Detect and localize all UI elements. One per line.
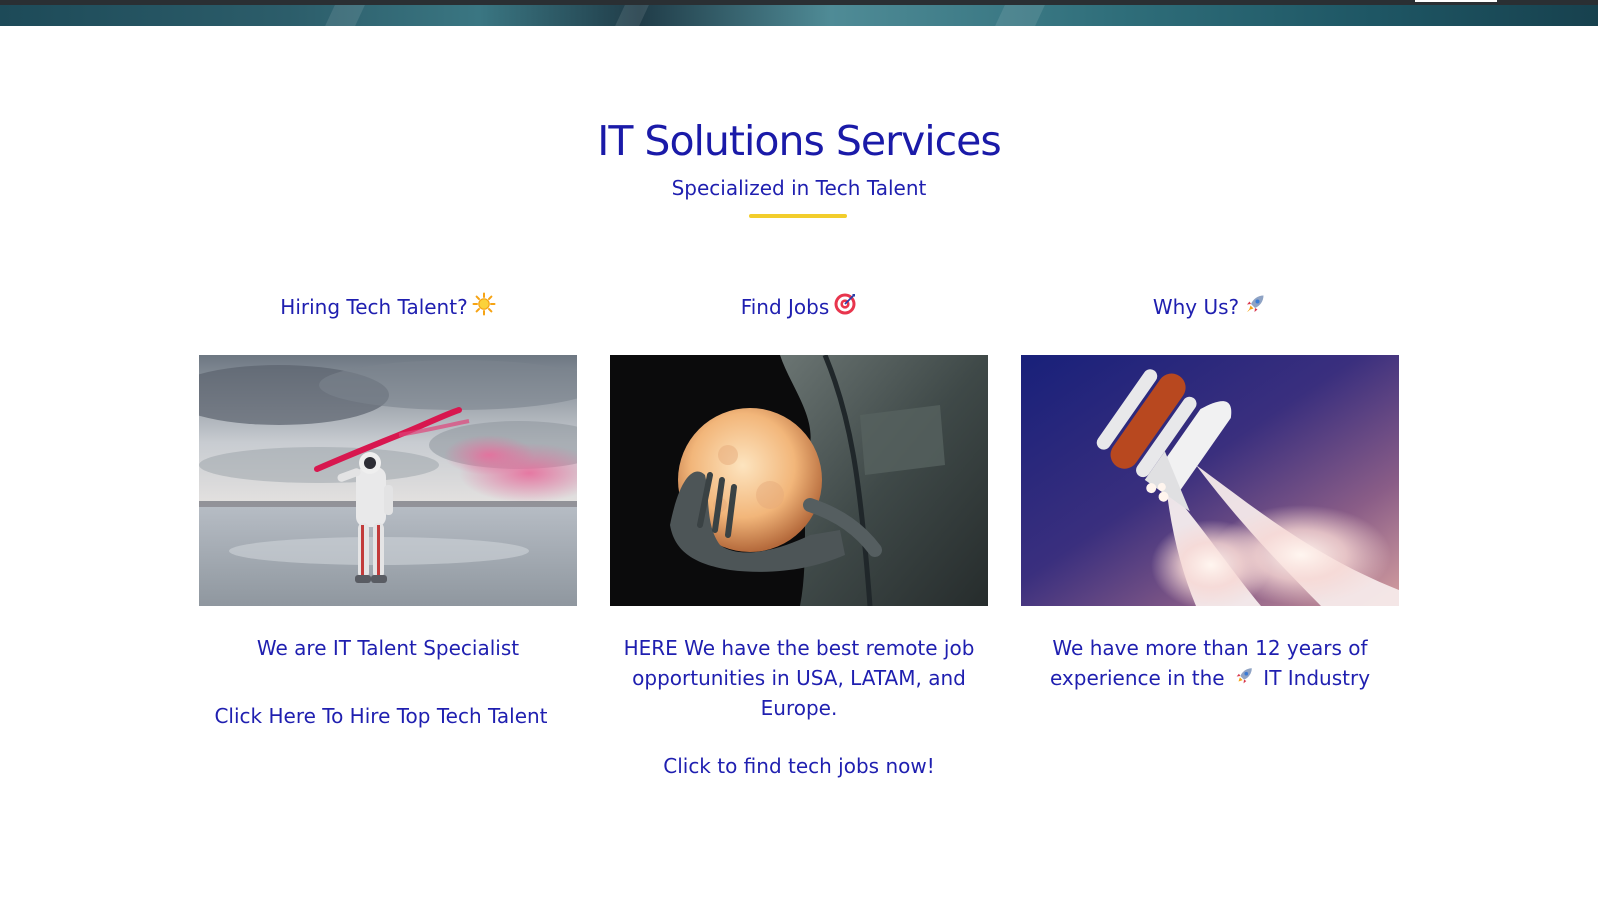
section-title: IT Solutions Services: [597, 117, 1001, 165]
find-tech-jobs-link[interactable]: Click to find tech jobs now!: [610, 751, 988, 781]
section-subtitle: Specialized in Tech Talent: [671, 176, 927, 200]
card-description: We have more than 12 years of experience…: [1021, 633, 1399, 695]
card-description-text: IT Industry: [1263, 666, 1371, 690]
card-heading-text: Find Jobs: [740, 295, 830, 319]
hero-indicator: [1415, 0, 1497, 2]
card-heading: Why Us?: [1021, 290, 1399, 324]
hero-light-streak: [325, 5, 365, 26]
service-card-hiring: Hiring Tech Talent? We are IT Talent Spe…: [199, 290, 577, 728]
hero-top-band: [0, 0, 1598, 5]
page: IT Solutions Services Specialized in Tec…: [0, 0, 1598, 897]
hero-banner-bottom-edge: [0, 0, 1598, 26]
hands-holding-glowing-moon-lamp-image: [610, 355, 988, 606]
astronaut-with-red-smoke-flare-image: [199, 355, 577, 606]
service-card-why-us: Why Us? We have more than 12 years of ex…: [1021, 290, 1399, 690]
card-heading-text: Hiring Tech Talent?: [280, 295, 468, 319]
card-description: We are IT Talent Specialist: [256, 636, 520, 660]
title-divider: [749, 214, 847, 218]
card-description: HERE We have the best remote job opportu…: [623, 636, 975, 720]
sun-emoji-icon: [472, 292, 496, 326]
card-heading: Hiring Tech Talent?: [199, 290, 577, 324]
card-heading-text: Why Us?: [1152, 295, 1240, 319]
space-shuttle-launch-image: [1021, 355, 1399, 606]
direct-hit-target-emoji-icon: [833, 292, 857, 326]
rocket-emoji-icon: [1243, 292, 1267, 326]
service-card-find-jobs: Find Jobs HERE We have the best remote j…: [610, 290, 988, 778]
hire-tech-talent-link[interactable]: Click Here To Hire Top Tech Talent: [192, 701, 570, 731]
rocket-emoji-icon: [1233, 665, 1255, 695]
hero-light-streak: [995, 5, 1045, 26]
card-heading: Find Jobs: [610, 290, 988, 324]
hero-light-streak: [615, 5, 649, 26]
